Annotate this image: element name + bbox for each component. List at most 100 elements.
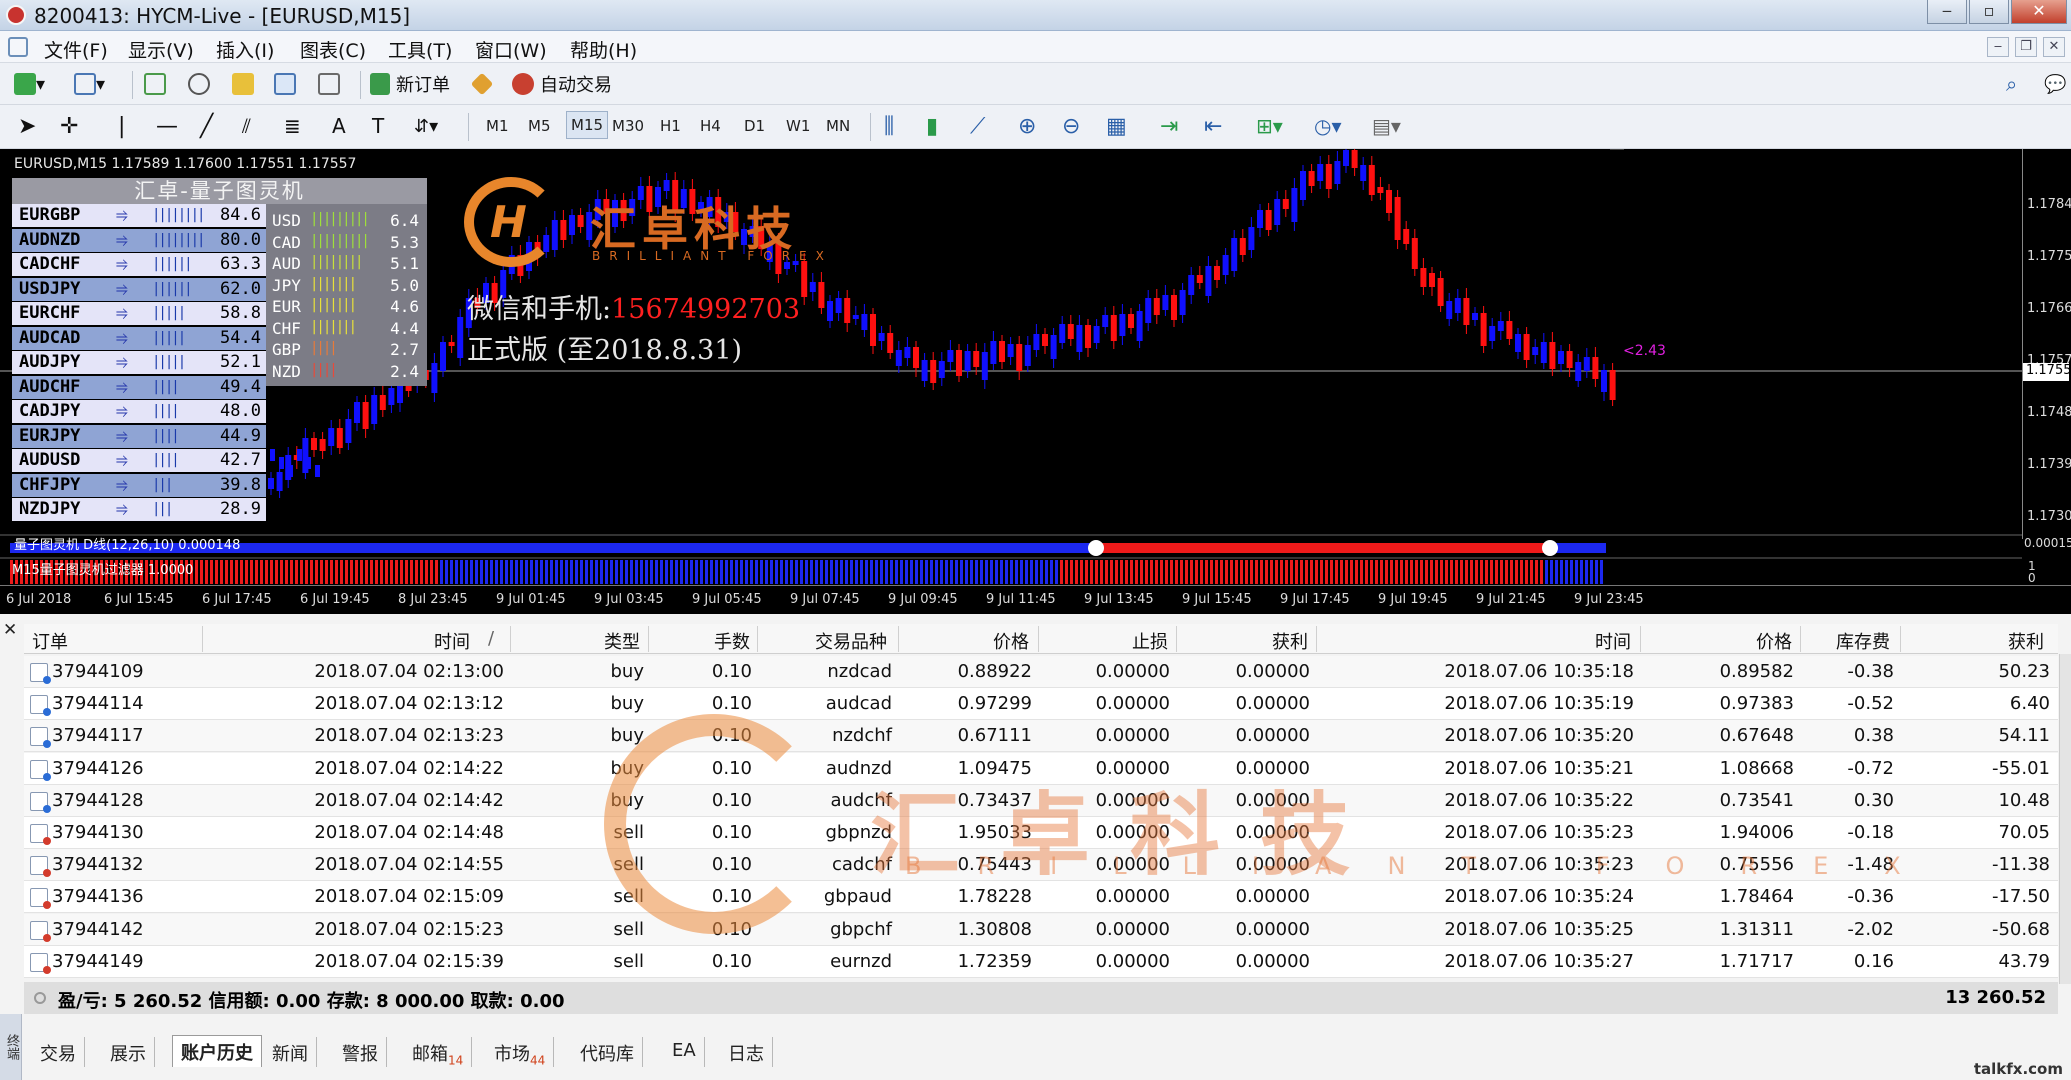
col-lots[interactable]: 手数 [714,628,750,654]
fibonacci-button[interactable]: ≣ [284,112,301,140]
mdi-minimize-button[interactable]: ‒ [1987,37,2009,57]
scanner-pair-row[interactable]: AUDNZD ⥤ |||||||| 80.0 [12,228,266,252]
terminal-tab[interactable]: 新闻 [264,1037,317,1067]
timeframe-h1[interactable]: H1 [660,117,681,135]
indicators-button[interactable]: ⊞▾ [1256,112,1283,140]
minimize-button[interactable]: ‒ [1927,0,1967,24]
terminal-close-icon[interactable]: ✕ [3,620,17,640]
scanner-pair-row[interactable]: USDJPY ⥤ |||||| 62.0 [12,277,266,301]
col-take-profit[interactable]: 获利 [1272,628,1308,654]
crosshair-tool-button[interactable]: ✛ [60,112,78,140]
col-stop-loss[interactable]: 止损 [1132,628,1168,654]
maximize-button[interactable]: ▫ [1969,0,2009,24]
menu-help[interactable]: 帮助(H) [570,36,637,63]
scanner-pair-row[interactable]: AUDUSD ⥤ |||| 42.7 [12,449,266,472]
scanner-pair-row[interactable]: AUDJPY ⥤ ||||| 52.1 [12,351,266,374]
scanner-pair-row[interactable]: EURJPY ⥤ |||| 44.9 [12,424,266,448]
col-type[interactable]: 类型 [604,628,640,654]
close-button[interactable]: ✕ [2011,0,2067,24]
timeframe-m15[interactable]: M15 [566,111,609,139]
terminal-tab[interactable]: 邮箱14 [404,1037,473,1068]
new-chart-button[interactable]: ▾ [14,70,45,98]
vertical-line-button[interactable]: | [118,112,125,140]
terminal-tab[interactable]: 代码库 [572,1037,643,1067]
terminal-tab[interactable]: 交易 [32,1037,85,1067]
timeframe-h4[interactable]: H4 [700,117,721,135]
auto-trading-button[interactable]: 自动交易 [512,70,612,98]
scanner-pair-row[interactable]: CADJPY ⥤ |||| 48.0 [12,400,266,423]
scanner-pair-row[interactable]: EURCHF ⥤ ||||| 58.8 [12,302,266,325]
col-swap[interactable]: 库存费 [1836,628,1890,654]
horizontal-line-button[interactable]: — [156,112,178,140]
terminal-tab[interactable]: 账户历史 [172,1035,262,1067]
history-row[interactable]: 37944142 2018.07.04 02:15:23 sell 0.10 gbpch… [24,913,2058,946]
history-row[interactable]: 37944109 2018.07.04 02:13:00 buy 0.10 nzdcad… [24,656,2058,688]
timeframe-mn[interactable]: MN [826,117,850,135]
mdi-close-button[interactable]: ✕ [2043,37,2065,57]
price-axis[interactable]: 1.178451.177551.176651.175751.174851.173… [2022,149,2071,539]
menu-window[interactable]: 窗口(W) [475,36,547,63]
profiles-button[interactable]: ▾ [74,70,105,98]
zoom-in-button[interactable]: ⊕ [1018,112,1036,140]
scanner-pair-row[interactable]: NZDJPY ⥤ ||| 28.9 [12,498,266,521]
scanner-pair-row[interactable]: CADCHF ⥤ |||||| 63.3 [12,253,266,276]
price-chart[interactable]: EURUSD,M15 1.17589 1.17600 1.17551 1.175… [0,149,2071,614]
line-chart-button[interactable]: ⟋ [970,112,985,140]
timeframe-m5[interactable]: M5 [528,117,551,135]
menu-charts[interactable]: 图表(C) [300,36,366,63]
cursor-tool-button[interactable]: ➤ [18,112,36,140]
candle-chart-button[interactable]: ▮ [926,112,938,140]
scanner-pair-row[interactable]: CHFJPY ⥤ ||| 39.8 [12,473,266,497]
terminal-button[interactable] [274,70,296,98]
terminal-tab[interactable]: 警报 [334,1037,387,1067]
mdi-restore-button[interactable]: ❐ [2015,37,2037,57]
timeframe-m30[interactable]: M30 [612,117,644,135]
templates-button[interactable]: ▤▾ [1372,112,1401,140]
text-tool-button[interactable]: A [332,112,346,140]
text-label-button[interactable]: T [372,112,384,140]
zoom-out-button[interactable]: ⊖ [1062,112,1080,140]
col-open-price[interactable]: 价格 [993,628,1029,654]
timeframe-m1[interactable]: M1 [486,117,509,135]
menu-insert[interactable]: 插入(I) [216,36,274,63]
col-open-time[interactable]: 时间 [434,628,470,654]
col-symbol[interactable]: 交易品种 [815,628,887,654]
scanner-pair-row[interactable]: EURGBP ⥤ |||||||| 84.6 [12,204,266,227]
navigator-button[interactable] [232,70,254,98]
history-row[interactable]: 37944114 2018.07.04 02:13:12 buy 0.10 audcad… [24,688,2058,721]
search-button[interactable]: ⌕ [2006,70,2017,98]
menu-view[interactable]: 显示(V) [128,36,194,63]
periods-button[interactable]: ◷▾ [1314,112,1342,140]
terminal-tab[interactable]: 市场44 [486,1037,555,1068]
autoscroll-button[interactable]: ⇥ [1160,112,1178,140]
time-axis[interactable]: 6 Jul 2018 6 Jul 15:45 6 Jul 17:45 6 Jul 19… [0,585,2071,614]
bar-chart-button[interactable]: ⫼ [884,112,894,140]
data-window-button[interactable] [188,70,210,98]
new-order-button[interactable]: 新订单 [370,70,450,98]
history-row[interactable]: 37944117 2018.07.04 02:13:23 buy 0.10 nzdchf… [24,720,2058,753]
scanner-pair-row[interactable]: AUDCAD ⥤ ||||| 54.4 [12,326,266,350]
col-close-time[interactable]: 时间 [1595,628,1631,654]
menu-tools[interactable]: 工具(T) [388,36,452,63]
menu-file[interactable]: 文件(F) [44,36,108,63]
chat-button[interactable]: 💬 [2044,70,2066,98]
strategy-tester-button[interactable] [318,70,340,98]
terminal-tab[interactable]: 展示 [102,1037,155,1067]
chart-shift-button[interactable]: ⇤ [1204,112,1222,140]
terminal-tab[interactable]: 日志 [720,1037,773,1067]
col-close-price[interactable]: 价格 [1756,628,1792,654]
market-watch-button[interactable] [144,70,166,98]
col-profit[interactable]: 获利 [2008,628,2044,654]
metaeditor-button[interactable] [470,70,494,98]
vertical-scrollbar[interactable] [2059,654,2071,984]
channel-button[interactable]: ⫽ [242,112,251,140]
tile-windows-button[interactable]: ▦ [1106,112,1127,140]
terminal-tab[interactable]: EA [664,1037,705,1067]
scanner-pair-row[interactable]: AUDCHF ⥤ |||| 49.4 [12,375,266,399]
trendline-button[interactable]: ╱ [200,112,213,140]
timeframe-d1[interactable]: D1 [744,117,765,135]
col-order[interactable]: 订单 [32,628,68,654]
history-row[interactable]: 37944149 2018.07.04 02:15:39 sell 0.10 eurnz… [24,945,2058,978]
arrows-button[interactable]: ⇵▾ [414,112,438,140]
timeframe-w1[interactable]: W1 [786,117,810,135]
